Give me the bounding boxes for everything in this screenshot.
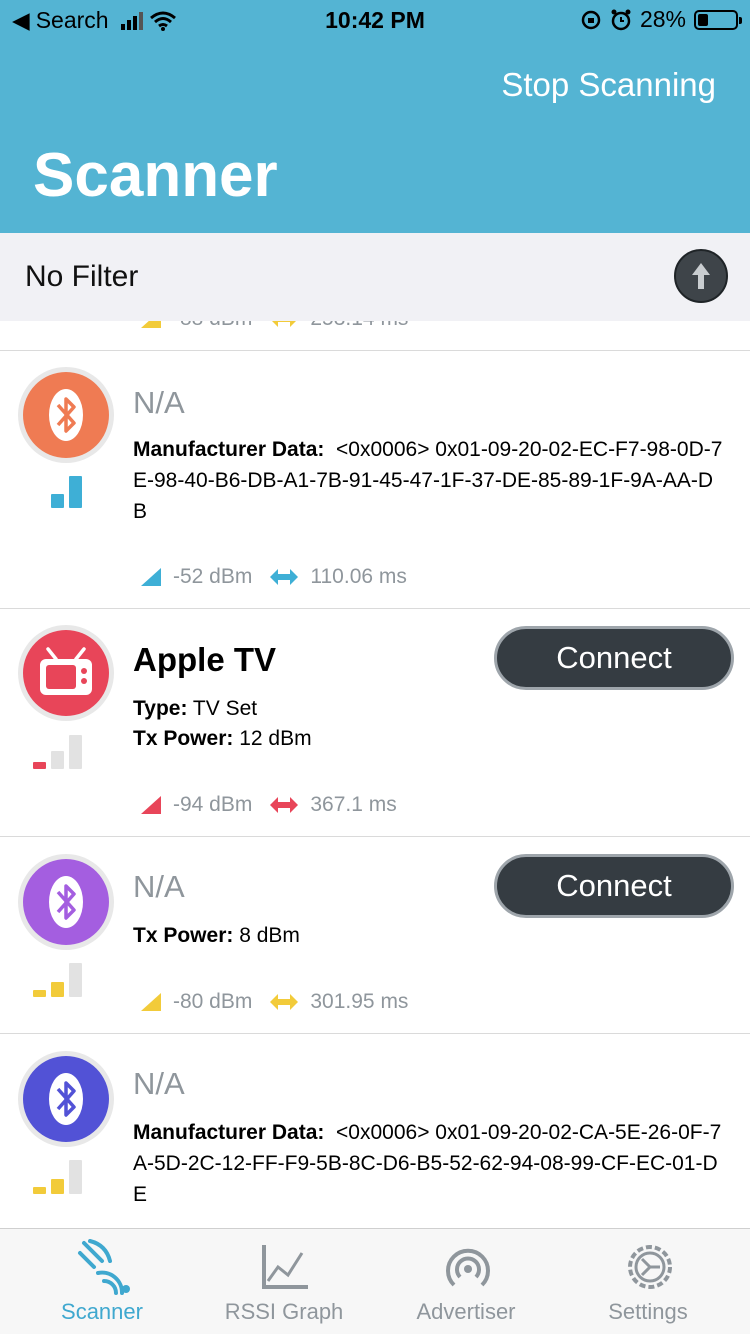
signal-strength-icon [33,963,82,997]
scanner-icon [78,1239,130,1295]
tab-scanner[interactable]: Scanner [8,1229,196,1334]
device-row-partial[interactable]: -88 dBm 253.14 ms [0,321,750,351]
device-type: Type: TV Set [133,693,723,724]
device-row[interactable]: N/A Manufacturer Data: <0x0006> 0x01-09-… [0,1034,750,1228]
signal-strength-icon [33,735,82,769]
tv-icon [40,647,92,695]
device-name: Apple TV [133,641,277,678]
interval-icon [272,321,297,327]
navigation-bar: Stop Scanning Scanner [0,40,750,233]
rssi-value: -80 dBm [173,990,253,1013]
tab-bar: Scanner RSSI Graph Advertiser Settings [0,1228,750,1334]
tab-settings[interactable]: Settings [554,1229,742,1334]
tx-power-label: Tx Power: [133,924,234,947]
alarm-icon [611,9,631,30]
interval-value: 367.1 ms [310,793,397,816]
device-row[interactable]: N/A Tx Power: 8 dBm Connect -80 dBm 301.… [0,837,750,1034]
tab-advertiser[interactable]: Advertiser [372,1229,560,1334]
interval-icon [270,994,299,1010]
bluetooth-icon [49,389,83,441]
bluetooth-icon [49,1073,83,1125]
filter-toggle-button[interactable] [674,249,728,303]
graph-icon [262,1245,308,1289]
page-title: Scanner [33,141,278,210]
signal-strength-icon [33,1160,82,1194]
rssi-icon [141,993,161,1011]
tx-power-value: 12 dBm [239,727,312,750]
device-avatar [18,367,114,463]
type-label: Type: [133,697,188,720]
device-row[interactable]: N/A Manufacturer Data: <0x0006> 0x01-09-… [0,351,750,609]
filter-label: No Filter [25,260,139,293]
filter-bar[interactable]: No Filter [0,233,750,321]
connect-button[interactable]: Connect [494,854,734,918]
device-detail: Manufacturer Data: <0x0006> 0x01-09-20-0… [133,1117,723,1210]
status-bar: ◀ Search 10:42 PM 28% [0,0,750,40]
advertiser-icon [446,1248,490,1287]
interval-value: 253.14 ms [310,321,408,331]
interval-value: 301.95 ms [310,990,409,1013]
interval-icon [270,569,299,585]
device-list[interactable]: -88 dBm 253.14 ms N/A Manufacturer Data:… [0,321,750,1228]
tx-power-value: 8 dBm [239,924,300,947]
device-tx-power: Tx Power: 12 dBm [133,723,723,754]
bluetooth-icon [49,876,83,928]
device-name: N/A [133,1066,185,1101]
stop-scanning-button[interactable]: Stop Scanning [501,66,716,104]
device-name: N/A [133,385,185,420]
settings-icon [628,1245,672,1289]
tab-label: RSSI Graph [224,1299,344,1324]
battery-percent: 28% [639,6,686,32]
type-value: TV Set [192,697,258,720]
tab-label: Scanner [61,1299,143,1324]
device-detail: Manufacturer Data: <0x0006> 0x01-09-20-0… [133,434,723,527]
manufacturer-data-label: Manufacturer Data: [133,438,325,461]
rssi-icon [141,321,161,328]
device-avatar [18,1051,114,1147]
connect-button[interactable]: Connect [494,626,734,690]
tab-rssi-graph[interactable]: RSSI Graph [190,1229,378,1334]
device-name: N/A [133,869,185,904]
rotation-lock-icon [581,10,601,29]
rssi-icon [141,796,161,814]
signal-strength-icon [33,476,82,508]
rssi-value: -94 dBm [173,793,253,816]
rssi-value: -88 dBm [173,321,252,331]
manufacturer-data-label: Manufacturer Data: [133,1121,325,1144]
battery-icon [694,9,742,30]
device-row[interactable]: Apple TV Type: TV Set Tx Power: 12 dBm C… [0,609,750,837]
rssi-icon [141,568,161,586]
arrow-up-icon [692,263,710,289]
tab-label: Advertiser [416,1299,516,1324]
interval-icon [270,797,299,813]
device-avatar [18,854,114,950]
tab-label: Settings [608,1299,688,1324]
device-avatar [18,625,114,721]
tx-power-label: Tx Power: [133,727,234,750]
rssi-value: -52 dBm [173,565,253,588]
device-tx-power: Tx Power: 8 dBm [133,920,723,951]
interval-value: 110.06 ms [310,565,407,588]
